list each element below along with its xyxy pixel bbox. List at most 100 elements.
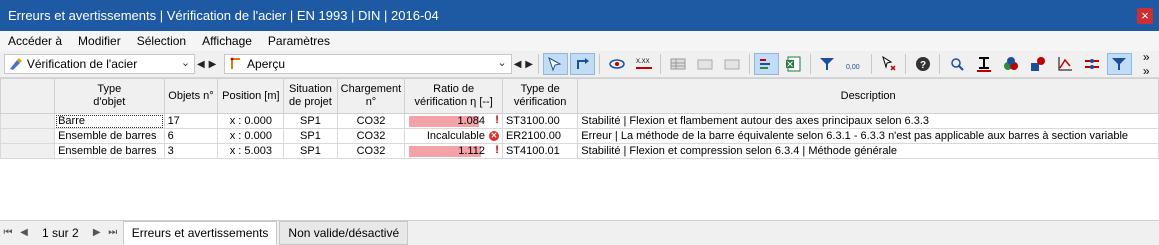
cell-verification-type[interactable]: ER2100.00 [501, 128, 579, 144]
cell-chargement[interactable]: CO32 [336, 128, 406, 144]
cell-ratio[interactable]: Incalculable ✕ [404, 128, 503, 144]
col-header-objets[interactable]: Objets n° [163, 78, 219, 114]
help-button[interactable]: ? [910, 53, 935, 75]
bars-icon [1085, 59, 1100, 69]
tab-non-valide[interactable]: Non valide/désactivé [279, 220, 409, 245]
menu-affichage[interactable]: Affichage [194, 34, 260, 48]
decimal-places-button[interactable]: 0,00 [842, 53, 867, 75]
table-view-button[interactable] [665, 53, 690, 75]
col-header-position[interactable]: Position [m] [217, 78, 285, 114]
diagram-button[interactable] [1052, 53, 1077, 75]
delete-row-button[interactable] [720, 53, 745, 75]
prev-page-icon[interactable]: ◀ [16, 227, 32, 238]
cell-situation[interactable]: SP1 [283, 113, 338, 129]
prev-arrow-icon[interactable]: ◀ [195, 59, 207, 70]
last-page-icon[interactable]: ⏭ [105, 227, 121, 238]
cell-verification-type[interactable]: ST4100.01 [501, 143, 579, 159]
cell-type[interactable]: Barre [54, 113, 165, 129]
page-indicator: 1 sur 2 [42, 225, 79, 240]
col-header-type-verification[interactable]: Type de vérification [501, 78, 579, 114]
window-title: Erreurs et avertissements | Vérification… [8, 8, 439, 23]
cell-type[interactable]: Ensemble de barres [54, 143, 165, 159]
cell-verification-type[interactable]: ST3100.00 [501, 113, 579, 129]
export-excel-button[interactable] [781, 53, 806, 75]
menu-acceder[interactable]: Accéder à [0, 34, 70, 48]
section-icon [976, 57, 991, 72]
next-arrow-icon[interactable]: ▶ [207, 59, 219, 70]
cell-ratio[interactable]: 1.084 ! [404, 113, 503, 129]
row-header[interactable] [0, 143, 56, 159]
insert-row-icon [697, 59, 713, 70]
cell-position[interactable]: x : 5.003 [217, 143, 285, 159]
materials-icon [1003, 57, 1018, 70]
next-arrow-icon[interactable]: ▶ [523, 59, 535, 70]
select-in-model-button[interactable] [542, 53, 569, 75]
excel-icon [786, 56, 801, 72]
view-result-button[interactable] [604, 53, 629, 75]
next-page-icon[interactable]: ▶ [89, 227, 105, 238]
menu-selection[interactable]: Sélection [129, 34, 194, 48]
separator [660, 54, 662, 74]
cell-chargement[interactable]: CO32 [336, 143, 406, 159]
cell-type[interactable]: Ensemble de barres [54, 128, 165, 144]
table-row[interactable]: Ensemble de barres 6 x : 0.000 SP1 CO32 … [0, 128, 1159, 144]
filter-icon [820, 58, 835, 70]
table-header-row: Type d'objet Objets n° Position [m] Situ… [0, 78, 1159, 114]
cell-situation[interactable]: SP1 [283, 128, 338, 144]
cell-objets[interactable]: 6 [163, 128, 219, 144]
search-icon [950, 58, 964, 71]
col-header-chargement[interactable]: Chargement n° [336, 78, 406, 114]
jump-to-button[interactable] [570, 53, 596, 75]
col-header-type-objet[interactable]: Type d'objet [54, 78, 165, 114]
separator [871, 54, 872, 74]
table-row[interactable]: Barre 17 x : 0.000 SP1 CO32 1.084 ! ST31… [0, 113, 1159, 129]
table-row[interactable]: Ensemble de barres 3 x : 5.003 SP1 CO32 … [0, 143, 1159, 159]
filter-active-icon [1112, 58, 1127, 70]
menu-parametres[interactable]: Paramètres [260, 34, 338, 48]
cell-objets[interactable]: 17 [163, 113, 219, 129]
tab-erreurs[interactable]: Erreurs et avertissements [122, 220, 278, 245]
cell-position[interactable]: x : 0.000 [217, 128, 285, 144]
col-header-ratio[interactable]: Ratio de vérification η [--] [404, 78, 503, 114]
jump-arrow-icon [576, 58, 589, 69]
deselect-button[interactable] [876, 53, 901, 75]
info-loads-button[interactable] [1025, 53, 1050, 75]
delete-row-icon [724, 59, 740, 70]
view-select[interactable]: Aperçu ⌄ [224, 54, 512, 74]
info-materials-button[interactable] [998, 53, 1023, 75]
cell-situation[interactable]: SP1 [283, 143, 338, 159]
cell-description[interactable]: Stabilité | Flexion et flambement autour… [577, 113, 1159, 129]
menu-modifier[interactable]: Modifier [70, 34, 129, 48]
svg-text:X.XX: X.XX [636, 59, 650, 65]
error-icon: ✕ [488, 131, 499, 141]
cell-description[interactable]: Stabilité | Flexion et compression selon… [577, 143, 1159, 159]
cell-description[interactable]: Erreur | La méthode de la barre équivale… [577, 128, 1159, 144]
row-header[interactable] [0, 128, 56, 144]
row-header[interactable] [0, 113, 56, 129]
insert-row-button[interactable] [692, 53, 717, 75]
row-header-corner [0, 78, 56, 114]
cell-chargement[interactable]: CO32 [336, 113, 406, 129]
cell-position[interactable]: x : 0.000 [217, 113, 285, 129]
first-page-icon[interactable]: ⏮ [0, 227, 16, 238]
cell-objets[interactable]: 3 [163, 143, 219, 159]
bar-display-button[interactable] [1080, 53, 1105, 75]
warning-icon: ! [495, 114, 499, 127]
display-values-button[interactable]: X.XX [631, 53, 656, 75]
close-button[interactable]: × [1137, 8, 1153, 24]
steel-design-icon [9, 58, 22, 70]
verification-type-select[interactable]: Vérification de l'acier ⌄ [3, 54, 196, 74]
col-header-situation[interactable]: Situation de projet [283, 78, 338, 114]
toolbar-overflow[interactable]: » » [1143, 50, 1159, 78]
help-icon: ? [915, 57, 930, 71]
prev-arrow-icon[interactable]: ◀ [512, 59, 524, 70]
section-button[interactable] [971, 53, 996, 75]
filter-button[interactable] [815, 53, 840, 75]
ratio-value: 1.084 [457, 115, 485, 127]
bar-chart-button[interactable] [753, 53, 779, 75]
col-header-description[interactable]: Description [577, 78, 1159, 114]
cell-ratio[interactable]: 1.112 ! [404, 143, 503, 159]
filter-active-button[interactable] [1106, 53, 1132, 75]
bar-chart-icon [760, 59, 771, 69]
search-button[interactable] [944, 53, 969, 75]
